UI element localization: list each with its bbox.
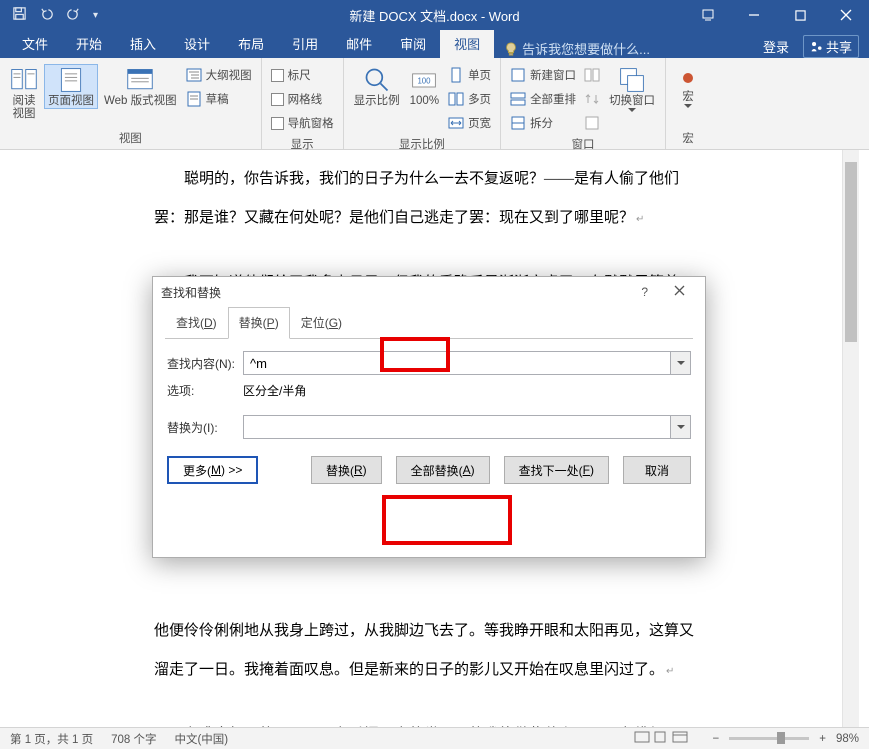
chevron-down-icon: [677, 425, 685, 430]
minimize-icon[interactable]: [731, 0, 777, 30]
options-label: 选项:: [167, 382, 243, 399]
view-mode-icons[interactable]: [633, 730, 703, 747]
find-next-button[interactable]: 查找下一处(F): [504, 456, 609, 484]
one-page-button[interactable]: 单页: [448, 64, 491, 86]
chevron-down-icon: [677, 361, 685, 366]
multi-page-button[interactable]: 多页: [448, 88, 491, 110]
tab-review[interactable]: 审阅: [386, 29, 440, 58]
help-icon[interactable]: ?: [629, 281, 660, 303]
ribbon-group-macros: 宏 宏: [666, 58, 710, 149]
arrange-all-button[interactable]: 全部重排: [510, 88, 576, 110]
status-page[interactable]: 第 1 页，共 1 页: [10, 731, 93, 747]
dialog-titlebar[interactable]: 查找和替换 ?: [153, 277, 705, 307]
chevron-down-icon: [684, 104, 692, 109]
zoom-100-button[interactable]: 100 100%: [406, 64, 443, 108]
draft-view-button[interactable]: 草稿: [186, 88, 252, 110]
zoom-out-icon[interactable]: −: [713, 733, 720, 745]
tab-design[interactable]: 设计: [170, 29, 224, 58]
ribbon-options-icon[interactable]: [685, 0, 731, 30]
paragraph: 聪明的，你告诉我，我们的日子为什么一去不复返呢？——是有人偷了他们罢：那是谁？又…: [154, 160, 698, 238]
tab-references[interactable]: 引用: [278, 29, 332, 58]
zoom-in-icon[interactable]: +: [819, 733, 826, 745]
sync-scroll-button[interactable]: [584, 88, 600, 110]
undo-icon[interactable]: [39, 6, 54, 24]
tab-file[interactable]: 文件: [8, 29, 62, 58]
zoom-level[interactable]: 98%: [836, 733, 859, 745]
close-icon[interactable]: [823, 0, 869, 30]
tell-me-placeholder: 告诉我您想要做什么...: [522, 39, 650, 58]
status-language[interactable]: 中文(中国): [174, 731, 228, 747]
share-button[interactable]: 共享: [803, 35, 859, 58]
qa-customize-dropdown-icon[interactable]: ▾: [93, 10, 98, 21]
window-controls: [685, 0, 869, 30]
tab-insert[interactable]: 插入: [116, 29, 170, 58]
web-layout-button[interactable]: Web 版式视图: [100, 64, 181, 108]
status-bar: 第 1 页，共 1 页 708 个字 中文(中国) − + 98%: [0, 727, 869, 749]
print-layout-button[interactable]: 页面视图: [44, 64, 98, 109]
switch-windows-button[interactable]: 切换窗口: [605, 64, 659, 113]
page-width-button[interactable]: 页宽: [448, 112, 491, 134]
maximize-icon[interactable]: [777, 0, 823, 30]
gridlines-checkbox[interactable]: 网格线: [271, 88, 334, 110]
dialog-close-icon[interactable]: [662, 281, 697, 303]
ribbon: 阅读 视图 页面视图 Web 版式视图 大纲视图 草稿 视图: [0, 58, 869, 150]
zoom-button[interactable]: 显示比例: [350, 64, 404, 108]
find-what-input[interactable]: [243, 351, 671, 375]
ribbon-group-window: 新建窗口 全部重排 拆分 切换窗口 窗口: [501, 58, 666, 149]
find-replace-dialog: 查找和替换 ? 查找(D) 替换(P) 定位(G) 查找内容(N): 选项: 区…: [152, 276, 706, 558]
dialog-title: 查找和替换: [161, 284, 221, 301]
tab-layout[interactable]: 布局: [224, 29, 278, 58]
tab-replace[interactable]: 替换(P): [228, 307, 290, 339]
replace-with-dropdown[interactable]: [671, 415, 691, 439]
login-link[interactable]: 登录: [763, 37, 789, 56]
navpane-checkbox[interactable]: 导航窗格: [271, 112, 334, 134]
replace-with-input[interactable]: [243, 415, 671, 439]
status-wordcount[interactable]: 708 个字: [111, 731, 156, 747]
tab-goto[interactable]: 定位(G): [290, 307, 353, 339]
split-button[interactable]: 拆分: [510, 112, 576, 134]
titlebar: ▾ 新建 DOCX 文档.docx - Word: [0, 0, 869, 30]
replace-all-button[interactable]: 全部替换(A): [396, 456, 490, 484]
save-icon[interactable]: [12, 6, 27, 24]
ribbon-group-zoom: 显示比例 100 100% 单页 多页 页宽: [344, 58, 501, 149]
reset-window-button[interactable]: [584, 112, 600, 134]
ribbon-group-views: 阅读 视图 页面视图 Web 版式视图 大纲视图 草稿 视图: [0, 58, 262, 149]
tab-home[interactable]: 开始: [62, 29, 116, 58]
read-mode-button[interactable]: 阅读 视图: [6, 64, 42, 121]
ribbon-tabs: 文件 开始 插入 设计 布局 引用 邮件 审阅 视图 告诉我您想要做什么... …: [0, 30, 869, 58]
options-value: 区分全/半角: [243, 382, 306, 399]
paragraph: 他便伶伶俐俐地从我身上跨过，从我脚边飞去了。等我睁开眼和太阳再见，这算又溜走了一…: [154, 612, 698, 690]
macros-button[interactable]: 宏: [672, 64, 704, 109]
tab-view[interactable]: 视图: [440, 29, 494, 58]
ruler-checkbox[interactable]: 标尺: [271, 64, 334, 86]
more-button[interactable]: 更多(M) >>: [167, 456, 258, 484]
view-side-by-side-button[interactable]: [584, 64, 600, 86]
redo-icon[interactable]: [66, 6, 81, 24]
paragraph: 在逃去如飞的日子里，在千门万户的世界里的我能做些什么呢？只有徘徊罢了，只有匆匆罢…: [154, 716, 698, 727]
vertical-scrollbar[interactable]: [842, 150, 859, 727]
replace-with-label: 替换为(I):: [167, 419, 243, 436]
quick-access-toolbar: ▾: [0, 6, 98, 24]
window-title: 新建 DOCX 文档.docx - Word: [349, 6, 519, 25]
new-window-button[interactable]: 新建窗口: [510, 64, 576, 86]
zoom-slider[interactable]: [729, 737, 809, 740]
svg-text:100: 100: [418, 77, 432, 86]
find-what-label: 查找内容(N):: [167, 355, 243, 372]
chevron-down-icon: [628, 108, 636, 113]
cancel-button[interactable]: 取消: [623, 456, 691, 484]
tell-me-field[interactable]: 告诉我您想要做什么...: [494, 39, 660, 58]
find-what-dropdown[interactable]: [671, 351, 691, 375]
outline-view-button[interactable]: 大纲视图: [186, 64, 252, 86]
tab-find[interactable]: 查找(D): [165, 307, 228, 339]
tab-mailings[interactable]: 邮件: [332, 29, 386, 58]
replace-button[interactable]: 替换(R): [311, 456, 382, 484]
ribbon-group-show: 标尺 网格线 导航窗格 显示: [262, 58, 344, 149]
